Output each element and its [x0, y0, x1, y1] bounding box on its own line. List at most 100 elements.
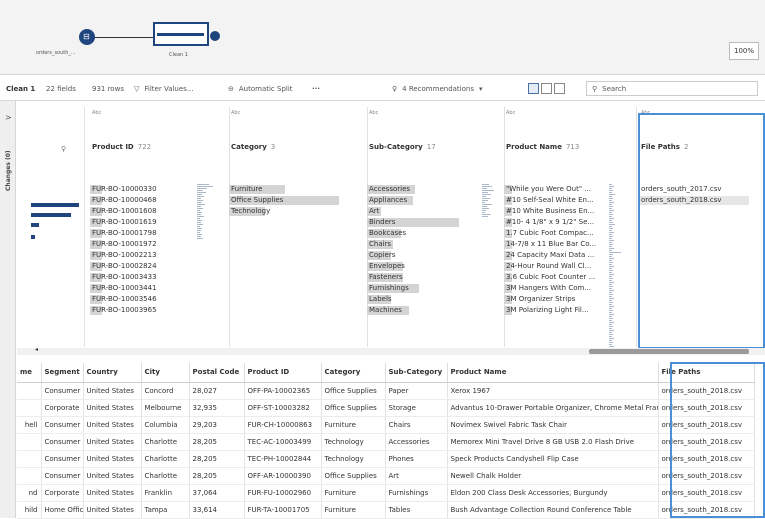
table-cell[interactable]: United States [83, 450, 142, 468]
grid-view-icon[interactable] [554, 83, 565, 94]
table-cell[interactable]: hell [17, 416, 42, 434]
value-item[interactable]: FUR-BO-10001972 [90, 239, 229, 250]
table-cell[interactable]: orders_south_2018.csv [658, 382, 755, 400]
value-item[interactable]: Chairs [367, 239, 504, 250]
table-cell[interactable]: Paper [385, 382, 448, 400]
table-cell[interactable]: Tampa [141, 501, 190, 519]
table-cell[interactable]: Newell Chalk Holder [447, 467, 659, 485]
value-item[interactable]: FUR-BO-10003965 [90, 305, 229, 316]
table-cell[interactable]: orders_south_2018.csv [658, 450, 755, 468]
table-cell[interactable]: orders_south_2018.csv [658, 416, 755, 434]
table-cell[interactable]: Xerox 1967 [447, 382, 659, 400]
table-cell[interactable]: Home Office [41, 501, 84, 519]
expand-changes-icon[interactable]: > [5, 113, 12, 122]
table-cell[interactable]: Novimex Swivel Fabric Task Chair [447, 416, 659, 434]
more-button[interactable]: ··· [312, 76, 320, 101]
table-cell[interactable]: Corporate [41, 399, 84, 417]
profile-card-product-name[interactable]: Abc Product Name 713 "While you Were Out"… [504, 107, 637, 383]
table-cell[interactable]: orders_south_2018.csv [658, 484, 755, 502]
table-cell[interactable]: Memorex Mini Travel Drive 8 GB USB 2.0 F… [447, 433, 659, 451]
table-cell[interactable]: 29,203 [189, 416, 245, 434]
value-item[interactable]: Furniture [229, 184, 367, 195]
table-cell[interactable] [17, 433, 42, 451]
table-cell[interactable]: Furniture [321, 484, 386, 502]
table-cell[interactable]: TEC-AC-10003499 [244, 433, 322, 451]
table-cell[interactable]: hild [17, 501, 42, 519]
table-cell[interactable]: Columbia [141, 416, 190, 434]
value-item[interactable]: Machines [367, 305, 504, 316]
table-cell[interactable]: OFF-PA-10002365 [244, 382, 322, 400]
profile-card-product-id[interactable]: Abc Product ID 722 FUR-BO-10000330 FUR-BO-… [90, 107, 230, 347]
table-cell[interactable]: Charlotte [141, 450, 190, 468]
table-cell[interactable]: United States [83, 433, 142, 451]
profile-card-file-paths[interactable]: Abc File Paths 2 orders_south_2017.csv ord… [639, 107, 765, 347]
table-row[interactable]: hell Consumer United States Columbia 29,203 F… [17, 416, 755, 434]
table-cell[interactable]: Charlotte [141, 433, 190, 451]
table-cell[interactable]: Consumer [41, 382, 84, 400]
table-cell[interactable]: nd [17, 484, 42, 502]
table-cell[interactable]: Chairs [385, 416, 448, 434]
value-item[interactable]: Labels [367, 294, 504, 305]
table-row[interactable]: Consumer United States Charlotte 28,205 OFF-… [17, 467, 755, 485]
table-cell[interactable] [17, 450, 42, 468]
column-header[interactable]: Postal Code [189, 363, 245, 383]
table-cell[interactable]: Speck Products Candyshell Flip Case [447, 450, 659, 468]
table-cell[interactable]: 28,027 [189, 382, 245, 400]
table-cell[interactable]: FUR-FU-10002960 [244, 484, 322, 502]
table-cell[interactable]: United States [83, 484, 142, 502]
filter-button[interactable]: ▽ Filter Values... [134, 76, 194, 101]
table-cell[interactable]: 28,205 [189, 467, 245, 485]
automatic-split-button[interactable]: ⊖ Automatic Split [228, 76, 293, 101]
table-cell[interactable]: Phones [385, 450, 448, 468]
value-item[interactable]: Binders [367, 217, 504, 228]
table-cell[interactable]: Office Supplies [321, 399, 386, 417]
column-header[interactable]: File Paths [658, 363, 755, 383]
search-input[interactable]: ⚲ Search [586, 81, 758, 96]
table-cell[interactable]: Franklin [141, 484, 190, 502]
table-cell[interactable]: Eldon 200 Class Desk Accessories, Burgun… [447, 484, 659, 502]
table-cell[interactable]: Technology [321, 450, 386, 468]
table-cell[interactable]: orders_south_2018.csv [658, 433, 755, 451]
value-item[interactable]: FUR-BO-10002213 [90, 250, 229, 261]
add-step-icon[interactable] [210, 31, 220, 41]
table-row[interactable]: nd Corporate United States Franklin 37,064 FU… [17, 484, 755, 502]
value-item[interactable]: FUR-BO-10003546 [90, 294, 229, 305]
table-row[interactable]: Consumer United States Charlotte 28,205 TEC-… [17, 450, 755, 468]
recommendations-button[interactable]: ♀ 4 Recommendations ▾ [392, 76, 483, 101]
view-toggle[interactable] [528, 76, 565, 101]
table-cell[interactable]: OFF-ST-10003282 [244, 399, 322, 417]
table-cell[interactable]: Furniture [321, 416, 386, 434]
table-cell[interactable]: Corporate [41, 484, 84, 502]
table-cell[interactable]: Furniture [321, 501, 386, 519]
table-cell[interactable]: 33,614 [189, 501, 245, 519]
table-cell[interactable]: Office Supplies [321, 467, 386, 485]
table-cell[interactable]: United States [83, 416, 142, 434]
table-row[interactable]: Corporate United States Melbourne 32,935 OFF… [17, 399, 755, 417]
table-cell[interactable]: Charlotte [141, 467, 190, 485]
table-row[interactable]: Consumer United States Concord 28,027 OFF-PA… [17, 382, 755, 400]
table-cell[interactable]: 28,205 [189, 433, 245, 451]
value-item[interactable]: FUR-BO-10003441 [90, 283, 229, 294]
column-header[interactable]: Sub-Category [385, 363, 448, 383]
table-cell[interactable]: United States [83, 382, 142, 400]
column-header[interactable]: Product ID [244, 363, 322, 383]
scrollbar-thumb[interactable] [589, 349, 749, 354]
table-cell[interactable]: Technology [321, 433, 386, 451]
value-item[interactable]: orders_south_2017.csv [641, 184, 765, 195]
value-item[interactable]: Envelopes [367, 261, 504, 272]
table-row[interactable]: hildHome OfficeUnited StatesTampa33,614F… [17, 501, 755, 519]
table-cell[interactable]: TEC-PH-10002844 [244, 450, 322, 468]
table-cell[interactable]: orders_south_2018.csv [658, 467, 755, 485]
value-item[interactable]: orders_south_2018.csv [639, 195, 765, 206]
value-item[interactable]: FUR-BO-10002824 [90, 261, 229, 272]
table-cell[interactable]: United States [83, 467, 142, 485]
column-header[interactable]: Country [83, 363, 142, 383]
table-cell[interactable]: United States [83, 399, 142, 417]
table-cell[interactable] [17, 467, 42, 485]
table-cell[interactable]: OFF-AR-10000390 [244, 467, 322, 485]
scroll-left-icon[interactable]: ◂ [35, 346, 38, 353]
profile-card-category[interactable]: Abc Category 3 Furniture Office Supplies Te… [229, 107, 368, 347]
table-cell[interactable] [17, 399, 42, 417]
value-item[interactable]: Fasteners [367, 272, 504, 283]
table-cell[interactable]: Accessories [385, 433, 448, 451]
